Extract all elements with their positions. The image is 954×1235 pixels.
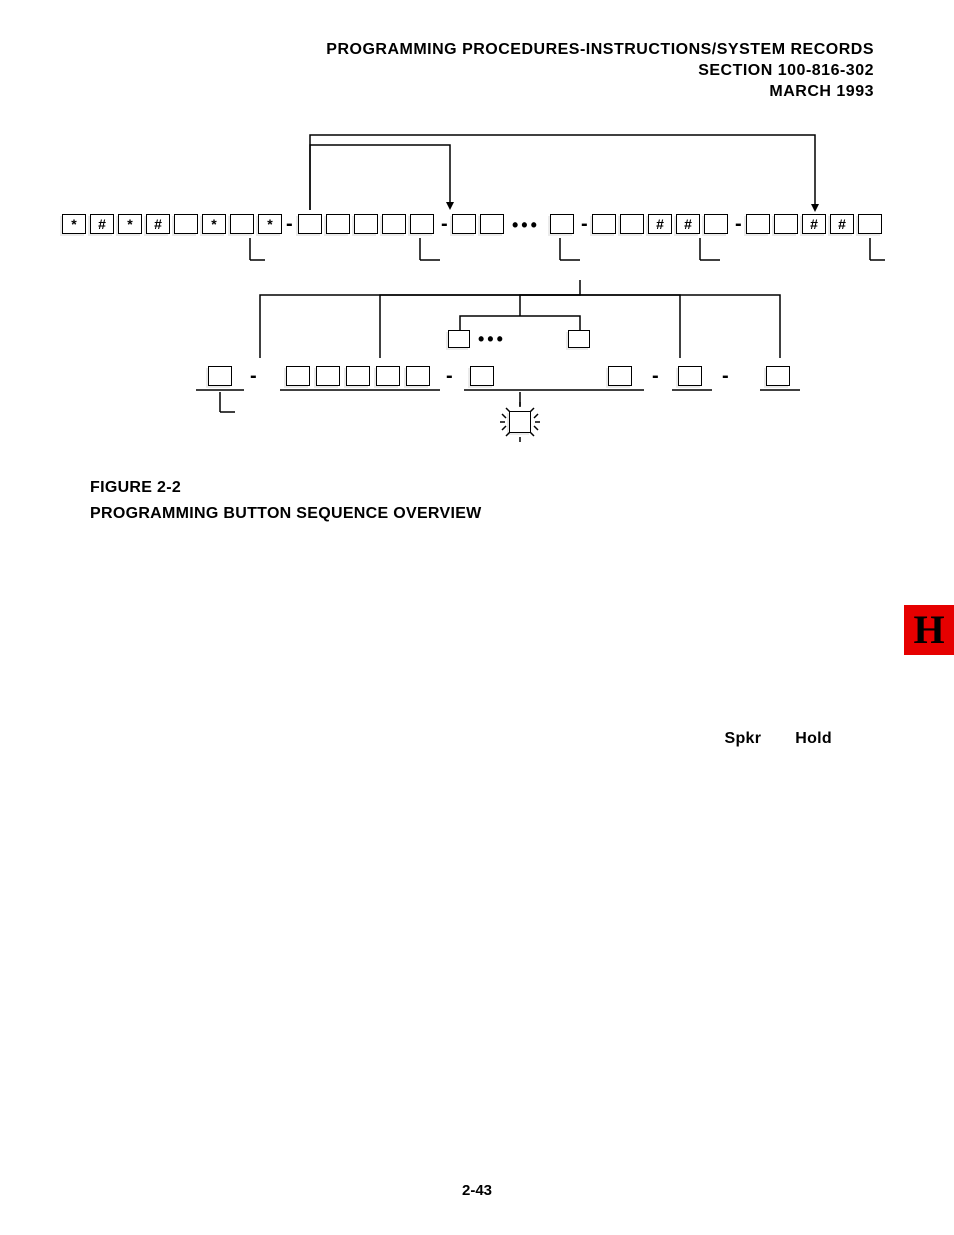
- key: [480, 214, 504, 234]
- key: [174, 214, 198, 234]
- key: [354, 214, 378, 234]
- dash: -: [581, 213, 588, 236]
- key: #: [802, 214, 826, 234]
- key: [766, 366, 790, 386]
- led-icon: [509, 411, 531, 433]
- key: [316, 366, 340, 386]
- key: [448, 330, 470, 348]
- key: *: [258, 214, 282, 234]
- diagram: * # * # * * - - ••• - # # - # # - - - - …: [60, 130, 890, 450]
- caption-line-2: PROGRAMMING BUTTON SEQUENCE OVERVIEW: [90, 501, 482, 527]
- key: [608, 366, 632, 386]
- hold-label: Hold: [795, 730, 832, 748]
- key: *: [118, 214, 142, 234]
- caption-line-1: FIGURE 2-2: [90, 475, 482, 501]
- key: [774, 214, 798, 234]
- key: *: [62, 214, 86, 234]
- diagram-wires: [60, 130, 890, 450]
- key: [678, 366, 702, 386]
- key: [704, 214, 728, 234]
- page-number: 2-43: [0, 1182, 954, 1199]
- footer-labels: Spkr Hold: [724, 730, 866, 748]
- key: [592, 214, 616, 234]
- key: #: [90, 214, 114, 234]
- dash: -: [250, 365, 257, 388]
- key: [568, 330, 590, 348]
- ellipsis: •••: [512, 215, 540, 236]
- key: [470, 366, 494, 386]
- dash: -: [735, 213, 742, 236]
- section-tab: H: [904, 605, 954, 655]
- key: [410, 214, 434, 234]
- dash: -: [722, 365, 729, 388]
- key: [406, 366, 430, 386]
- key: #: [146, 214, 170, 234]
- dash: -: [446, 365, 453, 388]
- key: [326, 214, 350, 234]
- header-line-1: PROGRAMMING PROCEDURES-INSTRUCTIONS/SYST…: [326, 40, 874, 61]
- key: [208, 366, 232, 386]
- key: [376, 366, 400, 386]
- figure-caption: FIGURE 2-2 PROGRAMMING BUTTON SEQUENCE O…: [90, 475, 482, 526]
- key: [298, 214, 322, 234]
- key: [452, 214, 476, 234]
- key: [230, 214, 254, 234]
- header-line-3: MARCH 1993: [326, 82, 874, 103]
- dash: -: [286, 213, 293, 236]
- ellipsis: •••: [478, 329, 506, 350]
- key: #: [830, 214, 854, 234]
- header-line-2: SECTION 100-816-302: [326, 61, 874, 82]
- page-header: PROGRAMMING PROCEDURES-INSTRUCTIONS/SYST…: [326, 40, 874, 102]
- dash: -: [652, 365, 659, 388]
- key: [746, 214, 770, 234]
- key: [382, 214, 406, 234]
- dash: -: [441, 213, 448, 236]
- key: [858, 214, 882, 234]
- key: *: [202, 214, 226, 234]
- key: #: [648, 214, 672, 234]
- key: #: [676, 214, 700, 234]
- key: [346, 366, 370, 386]
- key: [620, 214, 644, 234]
- key: [550, 214, 574, 234]
- key: [286, 366, 310, 386]
- spkr-label: Spkr: [724, 730, 761, 748]
